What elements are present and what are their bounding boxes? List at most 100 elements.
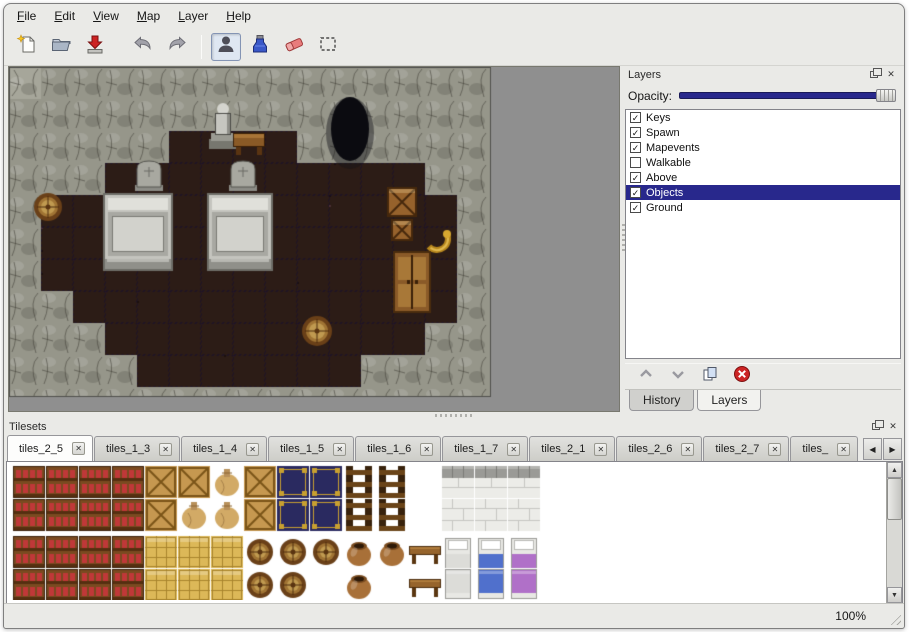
menu-help[interactable]: Help (217, 5, 260, 27)
layers-panel-titlebar: Layers ✕ (625, 66, 901, 83)
close-panel-button[interactable]: ✕ (886, 420, 900, 433)
toolbar-separator (201, 35, 202, 59)
layer-visibility-checkbox[interactable] (630, 157, 641, 168)
layer-row-keys[interactable]: ✓Keys (626, 110, 900, 125)
scroll-down-button[interactable]: ▼ (887, 587, 902, 603)
menu-layer[interactable]: Layer (169, 5, 217, 27)
tileset-tab-label: tiles_1_3 (106, 443, 159, 455)
dock-tab-layers[interactable]: Layers (697, 390, 761, 411)
layer-name-label: Walkable (646, 157, 691, 169)
opacity-slider-track[interactable] (679, 92, 896, 99)
layer-visibility-checkbox[interactable]: ✓ (630, 112, 641, 123)
tileset-tab-tiles_1_3[interactable]: tiles_1_3✕ (94, 436, 180, 461)
tileset-tab-tiles_1_5[interactable]: tiles_1_5✕ (268, 436, 354, 461)
tileset-tab-label: tiles_2_6 (628, 443, 681, 455)
tab-close-icon[interactable]: ✕ (420, 443, 433, 456)
float-panel-button[interactable] (869, 420, 883, 433)
select-rect-icon (317, 33, 339, 60)
tileset-tab-label: tiles_1_6 (367, 443, 420, 455)
tileset-tab-label: tiles_1_7 (454, 443, 507, 455)
close-panel-button[interactable]: ✕ (884, 68, 898, 81)
tileset-tab-tiles_1_4[interactable]: tiles_1_4✕ (181, 436, 267, 461)
layer-list[interactable]: ✓Keys✓Spawn✓Mapevents Walkable✓Above✓Obje… (625, 109, 901, 359)
tileset-tab-tiles_[interactable]: tiles_✕ (790, 436, 858, 461)
layer-visibility-checkbox[interactable]: ✓ (630, 127, 641, 138)
menu-map[interactable]: Map (128, 5, 169, 27)
undo-button[interactable] (128, 33, 158, 61)
new-button[interactable] (12, 33, 42, 61)
open-button[interactable] (46, 33, 76, 61)
map-viewport (8, 66, 620, 412)
layer-row-above[interactable]: ✓Above (626, 170, 900, 185)
tileset-tab-tiles_2_6[interactable]: tiles_2_6✕ (616, 436, 702, 461)
arrow-right-icon: ▶ (889, 445, 895, 454)
select-tool-button[interactable] (313, 33, 343, 61)
tab-close-icon[interactable]: ✕ (72, 442, 85, 455)
stamp-tool-button[interactable] (211, 33, 241, 61)
layer-row-ground[interactable]: ✓Ground (626, 200, 900, 215)
save-button[interactable] (80, 33, 110, 61)
map-canvas[interactable] (9, 67, 619, 411)
dock-tab-history[interactable]: History (629, 390, 694, 411)
scrollbar-thumb[interactable] (887, 478, 902, 520)
tileset-tab-label: tiles_1_4 (193, 443, 246, 455)
menu-edit[interactable]: Edit (45, 5, 84, 27)
tab-close-icon[interactable]: ✕ (681, 443, 694, 456)
tileset-tab-tiles_1_6[interactable]: tiles_1_6✕ (355, 436, 441, 461)
menu-file[interactable]: File (8, 5, 45, 27)
redo-button[interactable] (162, 33, 192, 61)
save-icon (84, 33, 106, 60)
redo-icon (166, 33, 188, 60)
layer-visibility-checkbox[interactable]: ✓ (630, 142, 641, 153)
menu-view[interactable]: View (84, 5, 128, 27)
eraser-tool-button[interactable] (279, 33, 309, 61)
tileset-tab-tiles_1_7[interactable]: tiles_1_7✕ (442, 436, 528, 461)
opacity-slider-handle[interactable] (876, 89, 896, 102)
layer-row-mapevents[interactable]: ✓Mapevents (626, 140, 900, 155)
scroll-tabs-left-button[interactable]: ◀ (863, 438, 882, 460)
tileset-tab-label: tiles_ (802, 443, 837, 455)
tileset-tabs-row: tiles_2_5✕tiles_1_3✕tiles_1_4✕tiles_1_5✕… (6, 435, 903, 461)
tileset-tab-tiles_2_5[interactable]: tiles_2_5✕ (7, 435, 93, 461)
move-layer-up-button[interactable] (633, 366, 658, 388)
tileset-canvas[interactable] (7, 462, 887, 600)
scroll-up-button[interactable]: ▲ (887, 462, 902, 478)
stamp-person-icon (215, 33, 237, 60)
tilesets-panel-title: Tilesets (9, 421, 47, 433)
splitter-grip (435, 414, 475, 417)
app-window: FileEditViewMapLayerHelp Layers ✕ Opacit… (3, 3, 905, 629)
scroll-tabs-right-button[interactable]: ▶ (883, 438, 902, 460)
layer-row-walkable[interactable]: Walkable (626, 155, 900, 170)
duplicate-layer-button[interactable] (697, 366, 722, 388)
delete-layer-button[interactable] (729, 366, 754, 388)
tilesets-panel: Tilesets ✕ tiles_2_5✕tiles_1_3✕tiles_1_4… (6, 418, 903, 604)
arrow-down-icon: ▼ (891, 592, 898, 599)
close-icon: ✕ (889, 421, 897, 432)
tab-close-icon[interactable]: ✕ (246, 443, 259, 456)
menu-bar: FileEditViewMapLayerHelp (4, 4, 904, 28)
move-up-icon (637, 365, 655, 388)
move-down-icon (669, 365, 687, 388)
layer-visibility-checkbox[interactable]: ✓ (630, 172, 641, 183)
fill-tool-button[interactable] (245, 33, 275, 61)
tab-close-icon[interactable]: ✕ (837, 443, 850, 456)
opacity-row: Opacity: (625, 85, 901, 106)
resize-grip[interactable] (888, 612, 901, 625)
tileset-tab-tiles_2_1[interactable]: tiles_2_1✕ (529, 436, 615, 461)
tileset-tab-tiles_2_7[interactable]: tiles_2_7✕ (703, 436, 789, 461)
tab-close-icon[interactable]: ✕ (507, 443, 520, 456)
layer-row-spawn[interactable]: ✓Spawn (626, 125, 900, 140)
tileset-tab-label: tiles_1_5 (280, 443, 333, 455)
layer-row-objects[interactable]: ✓Objects (626, 185, 900, 200)
tab-close-icon[interactable]: ✕ (768, 443, 781, 456)
float-panel-button[interactable] (867, 68, 881, 81)
layer-visibility-checkbox[interactable]: ✓ (630, 187, 641, 198)
layer-visibility-checkbox[interactable]: ✓ (630, 202, 641, 213)
tab-close-icon[interactable]: ✕ (333, 443, 346, 456)
scrollbar-track[interactable] (887, 478, 902, 587)
move-layer-down-button[interactable] (665, 366, 690, 388)
tileset-vertical-scrollbar[interactable]: ▲ ▼ (886, 462, 902, 603)
opacity-slider[interactable] (679, 89, 896, 102)
tab-close-icon[interactable]: ✕ (594, 443, 607, 456)
tab-close-icon[interactable]: ✕ (159, 443, 172, 456)
